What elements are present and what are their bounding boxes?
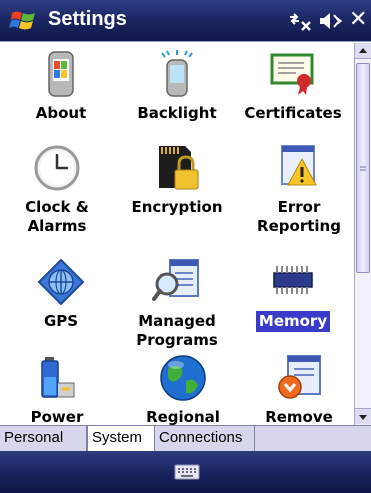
settings-item-label: Memory: [255, 311, 331, 332]
tab-strip: Personal System Connections: [0, 425, 371, 452]
settings-item-remove[interactable]: Remove: [240, 353, 354, 425]
settings-item-label: Clock & Alarms: [25, 198, 89, 235]
settings-item-label: Managed Programs: [136, 312, 218, 349]
settings-item-label: Power: [30, 408, 84, 425]
error-reporting-icon: [281, 145, 317, 186]
title-bar: Settings ✕: [0, 0, 371, 42]
chevron-down-icon: [359, 415, 367, 420]
settings-item-encryption[interactable]: Encryption: [118, 143, 236, 218]
settings-item-clock-alarms[interactable]: Clock & Alarms: [0, 143, 116, 237]
clock-icon: [34, 145, 80, 191]
tab-system[interactable]: System: [87, 426, 155, 452]
settings-item-label: Backlight: [137, 104, 217, 122]
settings-item-managed-programs[interactable]: Managed Programs: [118, 257, 236, 351]
vertical-scrollbar[interactable]: [354, 43, 371, 425]
settings-item-label: Regional: [146, 408, 220, 425]
scroll-down-arrow[interactable]: [355, 408, 371, 424]
settings-item-backlight[interactable]: Backlight: [118, 49, 236, 124]
keyboard-icon[interactable]: [174, 463, 200, 481]
connectivity-icon[interactable]: [286, 10, 314, 32]
settings-item-regional[interactable]: Regional: [124, 353, 242, 425]
managed-programs-icon: [152, 259, 199, 301]
settings-item-label: Encryption: [131, 198, 223, 216]
softkey-bar: [0, 451, 371, 493]
settings-item-about[interactable]: About: [2, 49, 120, 124]
close-icon[interactable]: ✕: [349, 7, 367, 32]
settings-item-label: GPS: [43, 312, 79, 330]
settings-item-label: Error Reporting: [257, 198, 341, 235]
gps-globe-icon: [37, 258, 85, 306]
chevron-up-icon: [359, 48, 367, 53]
scroll-thumb[interactable]: [356, 63, 370, 273]
volume-muted-icon[interactable]: [318, 10, 344, 32]
settings-grid: About Backlight Certificates Clock & Ala…: [0, 43, 354, 425]
settings-item-label: About: [35, 104, 87, 122]
settings-item-label: Remove: [265, 408, 333, 425]
settings-item-certificates[interactable]: Certificates: [234, 49, 352, 124]
tab-personal[interactable]: Personal: [0, 426, 87, 451]
remove-programs-icon: [278, 355, 321, 399]
about-phone-icon: [48, 51, 74, 97]
scroll-up-arrow[interactable]: [355, 43, 371, 59]
regional-globe-icon: [160, 355, 206, 401]
start-flag-icon[interactable]: [8, 5, 40, 37]
grip-icon: [360, 166, 366, 171]
settings-item-memory[interactable]: Memory: [234, 257, 352, 332]
settings-item-error-reporting[interactable]: Error Reporting: [240, 143, 354, 237]
certificate-icon: [270, 53, 314, 95]
settings-item-power[interactable]: Power: [0, 353, 116, 425]
settings-item-gps[interactable]: GPS: [2, 257, 120, 332]
encryption-lock-icon: [159, 146, 199, 190]
power-battery-icon: [41, 357, 75, 398]
backlight-phone-icon: [161, 50, 193, 97]
tab-connections[interactable]: Connections: [155, 426, 255, 451]
settings-item-label: Certificates: [244, 104, 342, 122]
memory-chip-icon: [273, 266, 313, 294]
window-title: Settings: [48, 8, 127, 30]
